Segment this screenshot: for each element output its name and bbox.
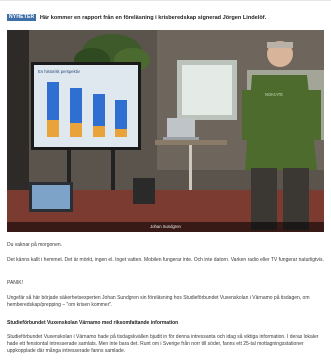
paragraph-3: PANIK! (7, 280, 24, 286)
shirt-text: NOKIATE (265, 92, 283, 97)
lecture-photo-illustration: En historisk perspektiv NOKIATE (7, 30, 324, 232)
category-badge[interactable]: NYHETER (7, 14, 37, 21)
photo-caption: Johan Sundgren (7, 222, 324, 232)
top-divider (0, 0, 331, 1)
paragraph-4: Ungefär så här började säkerhetsexperten… (7, 295, 310, 308)
headline-text: Här kommer en rapport från en föreläsnin… (39, 15, 267, 21)
screen-title: En historisk perspektiv (38, 69, 81, 74)
paragraph-5: Studieförbundet Vuxenskolan i Värnamo ha… (7, 334, 319, 354)
paragraph-1: Du vaknar på morgonen. (7, 242, 63, 248)
article-photo: En historisk perspektiv NOKIATE Johan Su… (7, 30, 324, 232)
paragraph-2: Det känns kallt i hemmet. Det är mörkt, … (7, 257, 324, 263)
section-heading: Studieförbundet Vuxenskolan Värnamo med … (7, 320, 179, 326)
article-headline: NYHETER Här kommer en rapport från en fö… (7, 12, 327, 24)
